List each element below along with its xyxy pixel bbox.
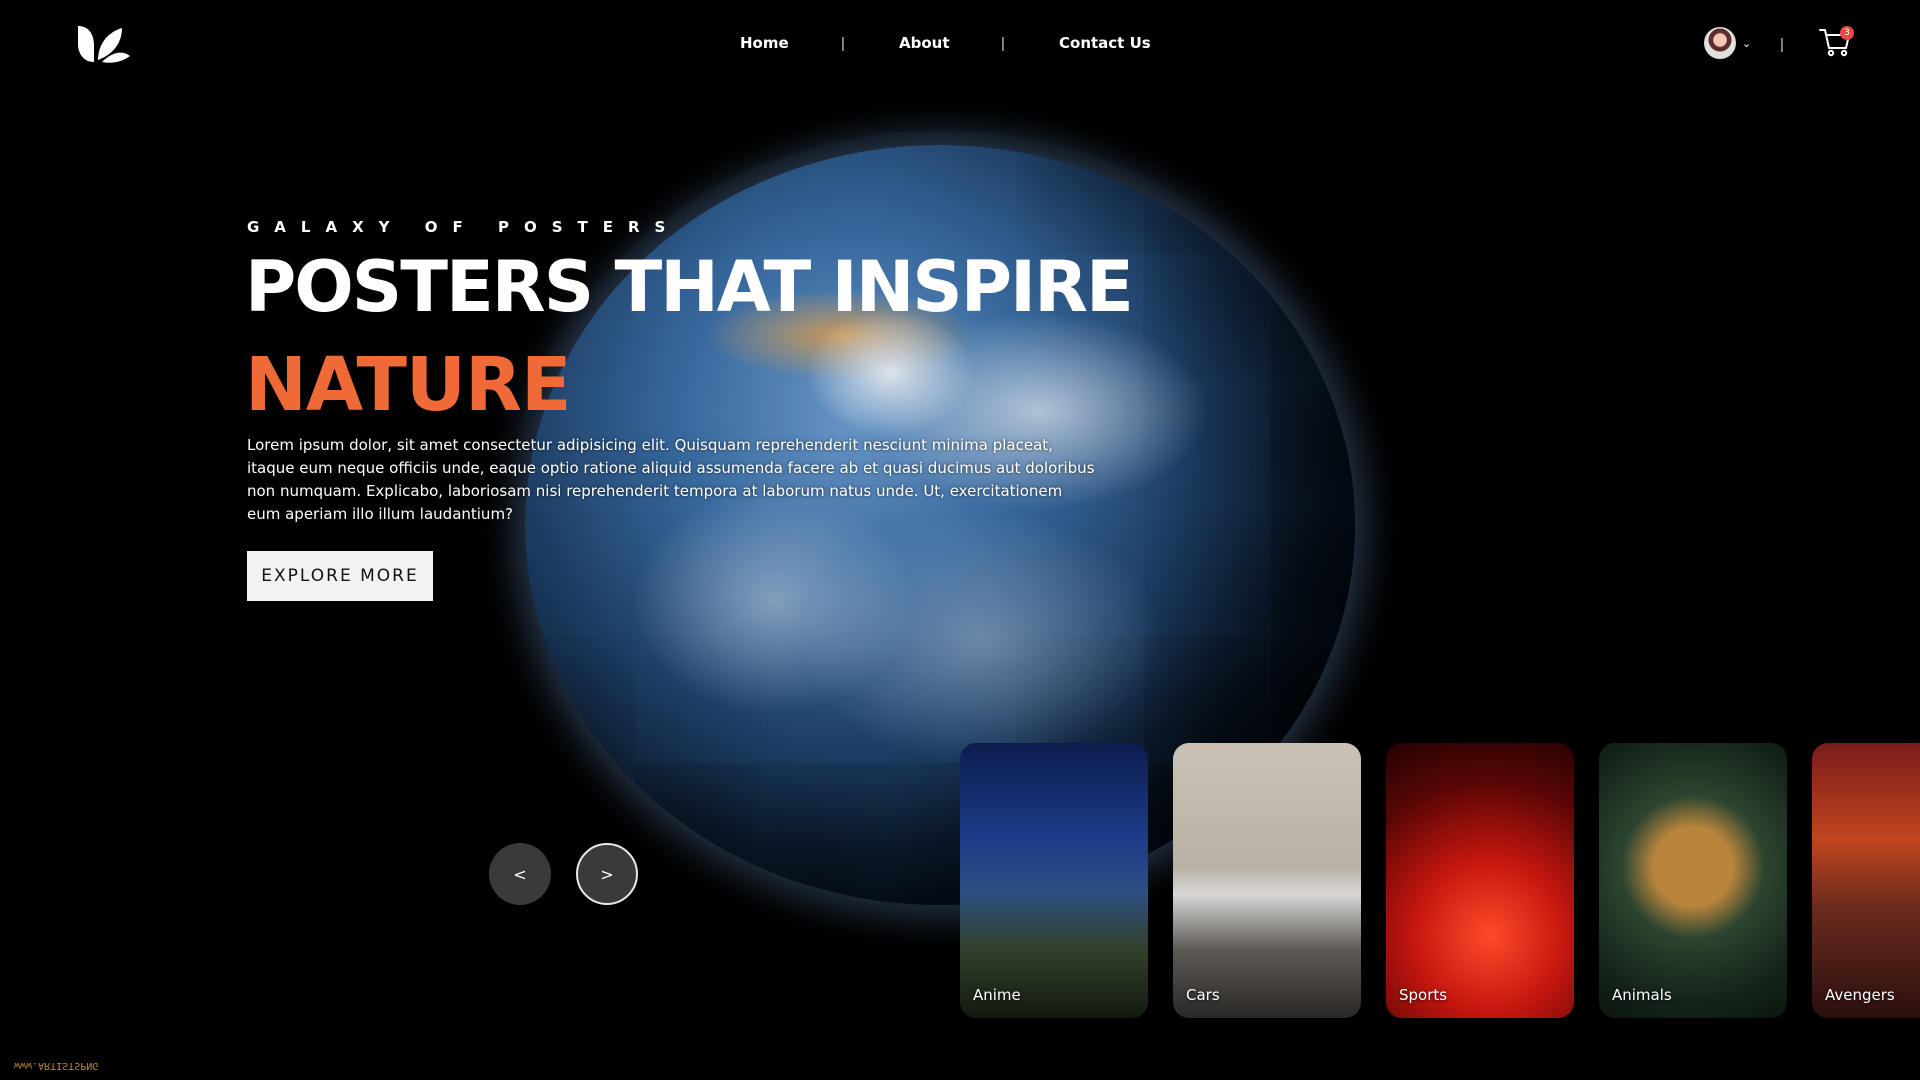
- chevron-down-icon[interactable]: ⌄: [1742, 37, 1751, 50]
- carousel-next-button[interactable]: >: [576, 843, 638, 905]
- category-card-avengers[interactable]: Avengers: [1812, 743, 1920, 1018]
- category-label: Cars: [1186, 986, 1220, 1004]
- nav-home[interactable]: Home: [740, 34, 789, 52]
- hero-title: POSTERS THAT INSPIRE: [245, 246, 1134, 328]
- user-menu[interactable]: ⌄: [1704, 27, 1751, 59]
- category-card-sports[interactable]: Sports: [1386, 743, 1574, 1018]
- watermark-text: www.ARTISTSPNG: [14, 1060, 99, 1071]
- category-card-cars[interactable]: Cars: [1173, 743, 1361, 1018]
- carousel-prev-button[interactable]: <: [489, 843, 551, 905]
- nav-separator: |: [1001, 35, 1005, 52]
- nav-contact-us[interactable]: Contact Us: [1059, 34, 1151, 52]
- category-card-anime[interactable]: Anime: [960, 743, 1148, 1018]
- nav-separator: |: [841, 35, 845, 52]
- explore-more-button[interactable]: EXPLORE MORE: [247, 551, 433, 601]
- main-nav: Home | About | Contact Us: [0, 34, 1920, 58]
- header-separator: |: [1780, 36, 1784, 53]
- hero-eyebrow: GALAXY OF POSTERS: [247, 218, 681, 236]
- category-label: Avengers: [1825, 986, 1895, 1004]
- cart-count-badge: 3: [1840, 26, 1854, 40]
- category-label: Sports: [1399, 986, 1448, 1004]
- category-card-animals[interactable]: Animals: [1599, 743, 1787, 1018]
- category-label: Animals: [1612, 986, 1672, 1004]
- nav-about[interactable]: About: [899, 34, 950, 52]
- hero-description: Lorem ipsum dolor, sit amet consectetur …: [247, 436, 1095, 523]
- avatar[interactable]: [1704, 27, 1736, 59]
- category-label: Anime: [973, 986, 1021, 1004]
- category-carousel: Anime Cars Sports Animals Avengers: [960, 743, 1920, 1019]
- hero-subtitle: NATURE: [245, 342, 572, 428]
